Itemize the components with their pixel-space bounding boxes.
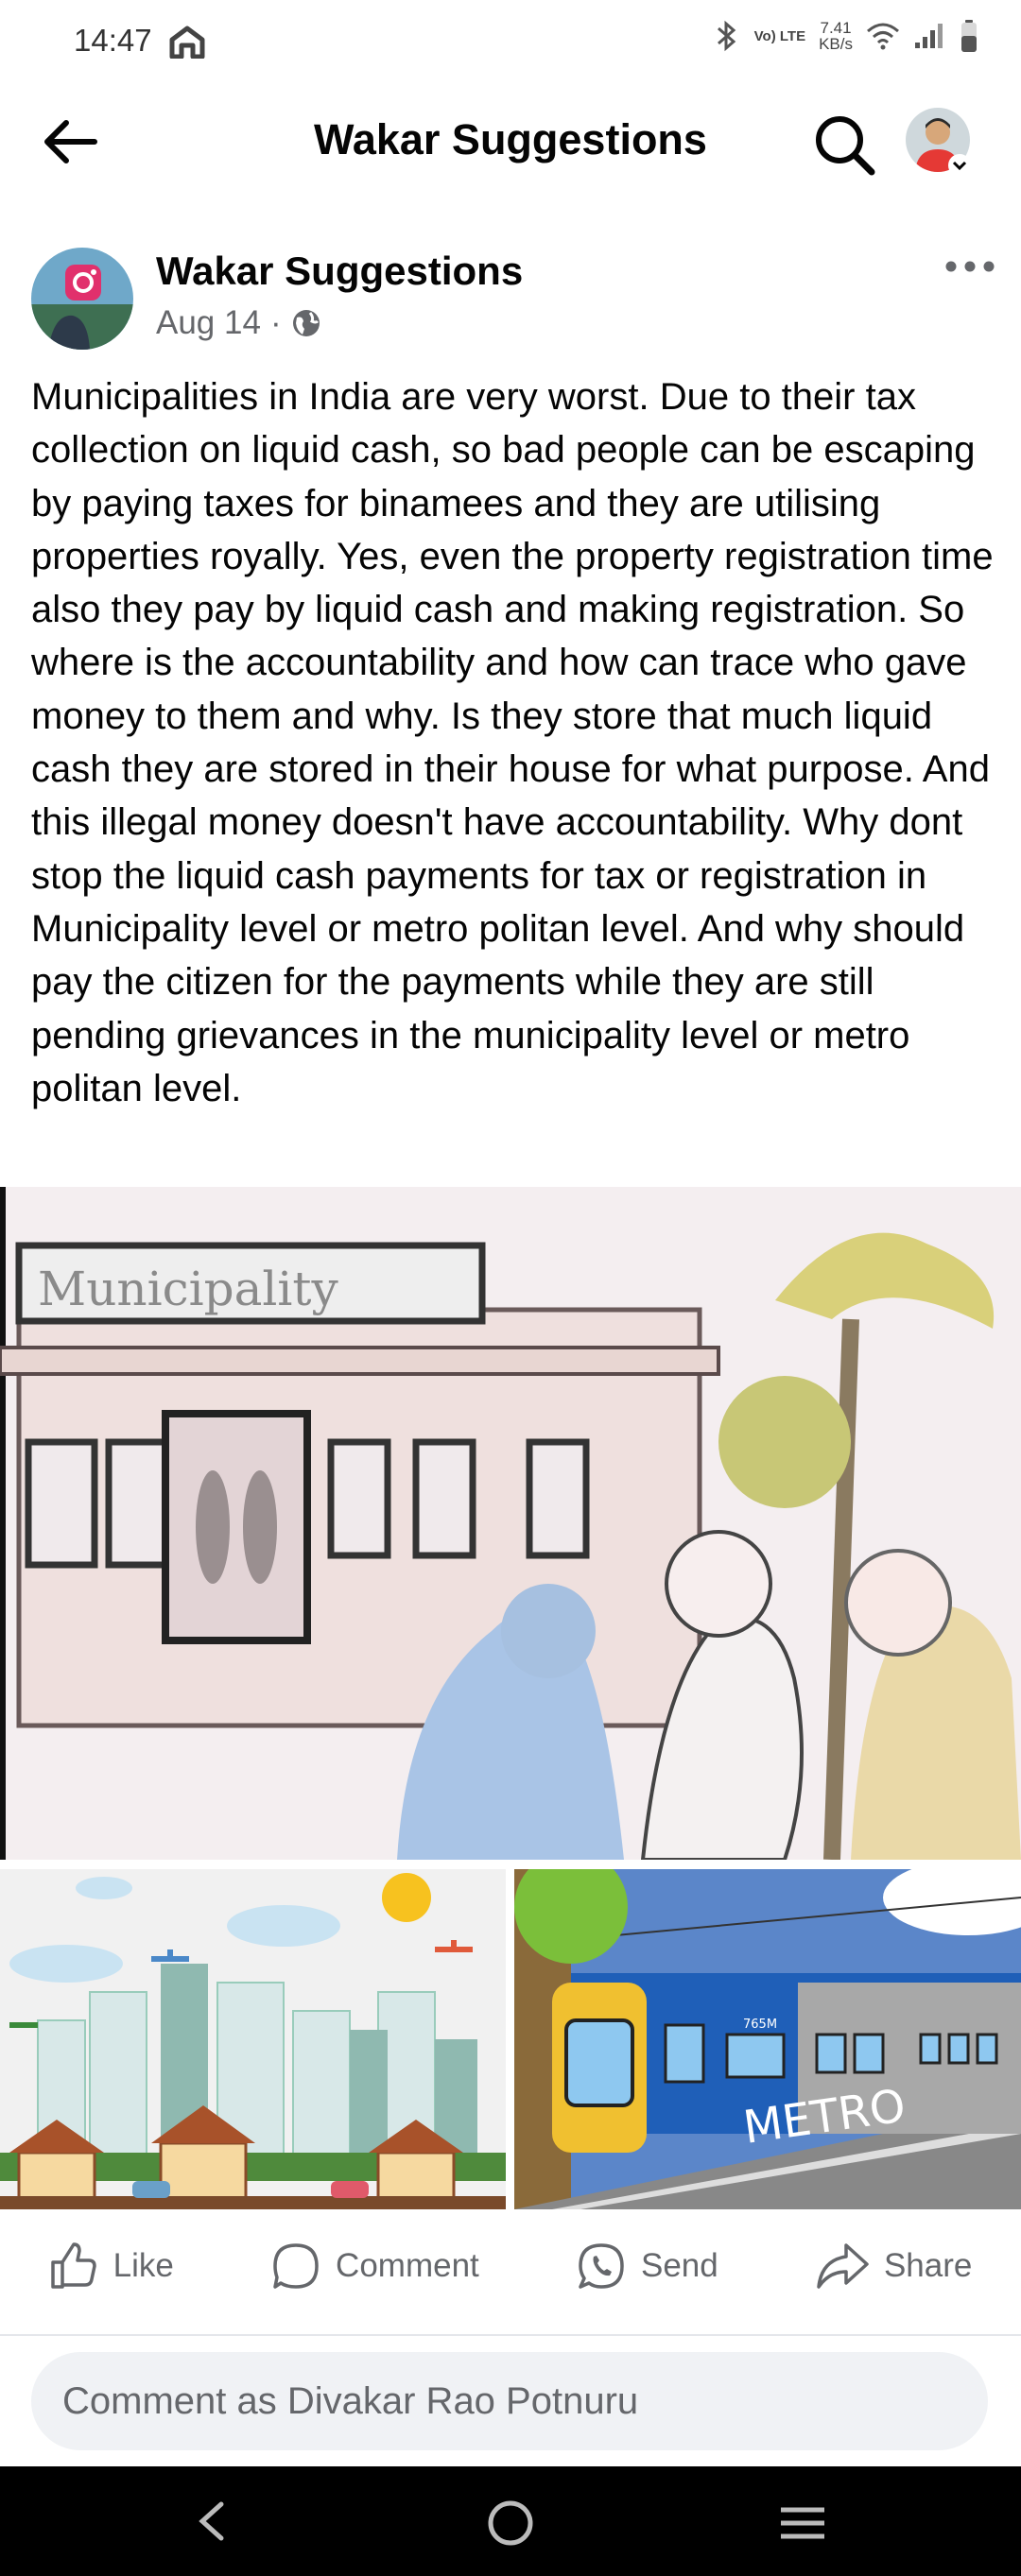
comment-input[interactable]: Comment as Divakar Rao Potnuru xyxy=(31,2352,988,2450)
post-image-metro[interactable]: 765M METRO xyxy=(513,1850,1021,2209)
actions-divider xyxy=(0,2334,1021,2336)
volte-indicator: Vo) LTE xyxy=(753,27,806,44)
battery-icon xyxy=(961,20,977,52)
post-author[interactable]: Wakar Suggestions xyxy=(156,249,523,294)
post-actions: Like Comment Send Share xyxy=(0,2221,1021,2311)
sign-text: Municipality xyxy=(38,1262,338,1316)
city-illustration xyxy=(0,1869,506,2209)
like-label: Like xyxy=(112,2247,174,2284)
more-dots-icon[interactable] xyxy=(942,248,998,285)
municipality-sketch-image: Municipality xyxy=(0,1187,1021,1862)
chevron-down-icon[interactable] xyxy=(947,153,972,178)
metro-train-illustration: 765M METRO xyxy=(513,1850,1021,2209)
nav-back-icon[interactable] xyxy=(193,2500,231,2542)
status-time: 14:47 xyxy=(74,23,152,58)
meta-separator: · xyxy=(269,304,282,341)
post-date[interactable]: Aug 14 xyxy=(156,304,261,342)
network-speed: 7.41 KB/s xyxy=(819,20,853,52)
nav-home-icon[interactable] xyxy=(486,2499,535,2548)
share-arrow-icon xyxy=(817,2243,869,2289)
system-nav-bar xyxy=(0,2466,1021,2576)
send-label: Send xyxy=(640,2247,718,2284)
status-bar: 14:47 Vo) LTE 7.41 KB/s xyxy=(0,0,1021,85)
nav-recents-icon[interactable] xyxy=(777,2504,828,2542)
speed-value: 7.41 xyxy=(820,19,852,37)
home-status-icon xyxy=(169,26,205,59)
post-image-city[interactable] xyxy=(0,1869,506,2209)
globe-icon xyxy=(292,310,320,336)
post-meta: Aug 14 · xyxy=(156,304,321,342)
comment-placeholder: Comment as Divakar Rao Potnuru xyxy=(62,2380,639,2422)
post-image-main[interactable]: Municipality xyxy=(0,1187,1021,1862)
page-avatar[interactable] xyxy=(31,248,133,350)
comment-label: Comment xyxy=(336,2247,479,2284)
signal-icon xyxy=(915,24,943,48)
train-code: 765M xyxy=(743,2018,777,2032)
search-icon[interactable] xyxy=(811,112,877,178)
share-label: Share xyxy=(883,2247,973,2284)
wifi-icon xyxy=(867,23,899,50)
status-icons: Vo) LTE 7.41 KB/s xyxy=(713,19,978,53)
comment-bubble-icon xyxy=(273,2243,319,2289)
send-button[interactable]: Send xyxy=(577,2241,718,2291)
comment-button[interactable]: Comment xyxy=(271,2241,479,2291)
whatsapp-icon xyxy=(579,2243,624,2289)
like-button[interactable]: Like xyxy=(49,2241,174,2291)
top-app-bar: Wakar Suggestions xyxy=(0,94,1021,189)
post-text: Municipalities in India are very worst. … xyxy=(31,376,994,1109)
speed-unit: KB/s xyxy=(819,35,853,53)
share-button[interactable]: Share xyxy=(816,2241,972,2291)
page-avatar-image xyxy=(31,248,133,350)
thumbs-up-icon xyxy=(50,2242,96,2289)
bluetooth-icon xyxy=(717,20,735,52)
